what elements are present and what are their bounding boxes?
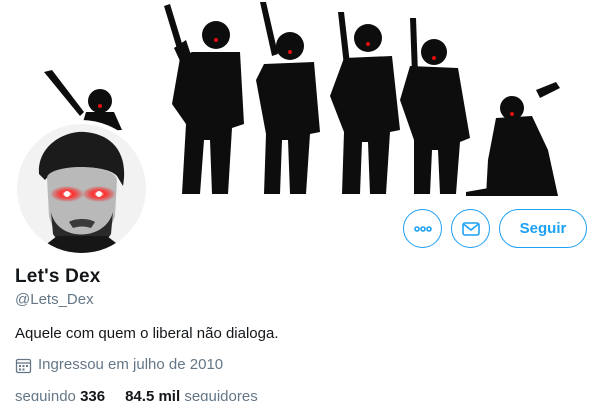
display-name: Let's Dex: [15, 266, 101, 287]
join-date-text: Ingressou em julho de 2010: [38, 356, 224, 373]
avatar-image: [17, 124, 146, 253]
profile-stats: seguindo 336 84,5 mil seguidores: [15, 387, 585, 401]
more-button[interactable]: [403, 209, 442, 248]
following-stat[interactable]: seguindo 336: [15, 387, 105, 401]
profile-bio: Aquele com quem o liberal não dialoga.: [15, 325, 279, 342]
follow-button[interactable]: Seguir: [499, 209, 587, 248]
avatar[interactable]: [13, 120, 150, 257]
profile-actions: Seguir: [403, 209, 587, 248]
profile-info: Let's Dex @Lets_Dex Aquele com quem o li…: [15, 266, 585, 401]
following-count: 336: [80, 388, 106, 401]
calendar-icon: [15, 358, 32, 373]
envelope-icon: [461, 221, 480, 236]
following-label: seguindo: [15, 388, 76, 401]
followers-count: 84,5 mil: [125, 388, 181, 401]
join-date: Ingressou em julho de 2010: [15, 355, 585, 375]
more-dots-icon: [413, 225, 432, 232]
user-handle: @Lets_Dex: [15, 291, 94, 308]
followers-stat[interactable]: 84,5 mil seguidores: [125, 387, 258, 401]
followers-label: seguidores: [184, 388, 258, 401]
message-button[interactable]: [451, 209, 490, 248]
